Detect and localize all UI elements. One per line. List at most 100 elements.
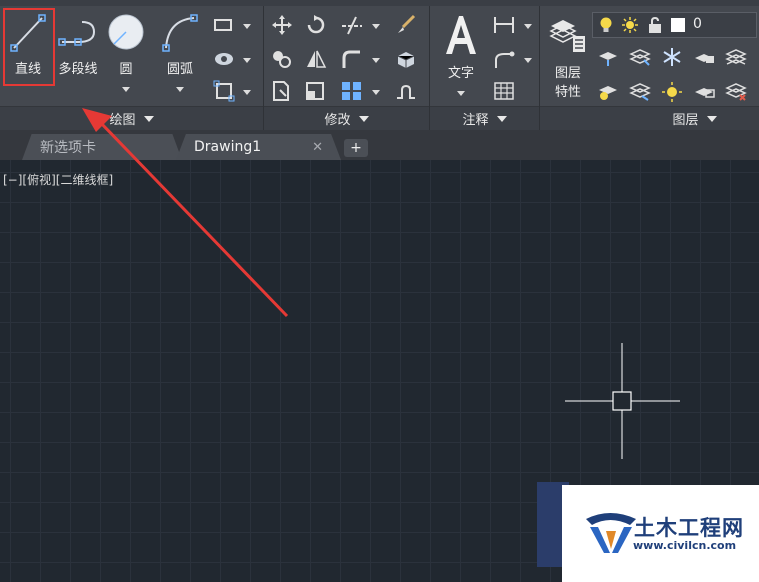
dimension-dropdown-icon[interactable] (524, 22, 532, 30)
annotation-panel-title[interactable]: 注释 (430, 106, 539, 130)
layer-properties-label-line1: 图层 (554, 66, 581, 81)
layers-panel: 图层 特性 0 图层 (540, 6, 759, 130)
circle-button[interactable]: 圆 (104, 12, 148, 96)
layer-on-button[interactable] (596, 80, 622, 104)
move-icon (272, 15, 292, 35)
stretch-button[interactable] (270, 80, 296, 104)
explode-button[interactable] (394, 48, 420, 72)
leader-icon (495, 51, 515, 68)
hatch-button[interactable] (212, 48, 238, 72)
layer-thaw-button[interactable] (660, 80, 686, 104)
layer-delete-button[interactable] (724, 80, 750, 104)
cube-icon (397, 52, 415, 68)
mirror-button[interactable] (304, 48, 330, 72)
arc-icon (162, 14, 198, 52)
annotation-panel-title-text: 注释 (462, 113, 489, 128)
ribbon: 直线 多段线 圆 圆弧 绘图 修改 文字 注释 图层 特性 0 图层 (0, 0, 759, 130)
leader-dropdown-icon[interactable] (524, 56, 532, 64)
move-button[interactable] (270, 14, 296, 38)
rotate-button[interactable] (304, 14, 330, 38)
modify-panel-title-text: 修改 (324, 113, 351, 128)
lock-icon (695, 54, 714, 63)
arc-dropdown-icon[interactable] (176, 87, 184, 92)
hatch-icon (215, 53, 233, 65)
draw-panel-title[interactable]: 绘图 (0, 106, 263, 130)
circle-icon (108, 14, 144, 50)
leader-button[interactable] (492, 48, 518, 72)
tab-new-label: 新选项卡 (40, 140, 96, 156)
layer-unlock-icon (695, 88, 715, 98)
boundary-dropdown-icon[interactable] (243, 88, 251, 96)
layer-copy-button[interactable] (628, 80, 654, 104)
tab-drawing1-label: Drawing1 (194, 139, 262, 155)
sun-icon (622, 17, 638, 33)
add-tab-button[interactable]: + (344, 139, 368, 157)
viewport-controls-label[interactable]: [−][俯视][二维线框] (3, 171, 113, 188)
offset-button[interactable] (394, 80, 420, 104)
annotation-panel: 文字 注释 (430, 6, 540, 130)
boundary-icon (213, 80, 235, 102)
polyline-label: 多段线 (58, 62, 98, 77)
hatch-dropdown-icon[interactable] (243, 56, 251, 64)
text-button[interactable]: 文字 (438, 12, 484, 100)
draw-panel-title-text: 绘图 (109, 113, 136, 128)
text-icon (446, 16, 476, 54)
crosshair-cursor-icon (565, 343, 680, 459)
layer-isolate-icon (599, 52, 617, 66)
layer-properties-button[interactable]: 图层 特性 (544, 12, 592, 100)
watermark-url: www.civilcn.com (633, 539, 737, 552)
fillet-button[interactable] (340, 48, 366, 72)
layers-panel-title[interactable]: 图层 (540, 106, 759, 130)
text-label: 文字 (447, 66, 474, 81)
dimension-button[interactable] (492, 14, 518, 38)
copy-icon (273, 51, 291, 68)
polyline-icon (58, 21, 96, 46)
modify-panel-dropdown-icon (358, 115, 369, 122)
erase-button[interactable] (394, 14, 420, 38)
scale-button[interactable] (304, 80, 330, 104)
layer-delete-icon (725, 83, 747, 101)
layer-stack-icon (725, 49, 747, 65)
mirror-icon (307, 50, 327, 68)
layer-lock-button[interactable] (692, 46, 718, 70)
trim-dropdown-icon[interactable] (372, 22, 380, 30)
arc-button[interactable]: 圆弧 (156, 12, 204, 96)
fillet-dropdown-icon[interactable] (372, 56, 380, 64)
table-button[interactable] (492, 80, 518, 104)
layer-thaw-icon (662, 82, 682, 102)
modify-panel-title[interactable]: 修改 (264, 106, 429, 130)
stretch-icon (273, 81, 289, 101)
copy-button[interactable] (270, 48, 296, 72)
layer-unlock-button[interactable] (692, 80, 718, 104)
trim-icon (342, 16, 362, 35)
layer-stack-button[interactable] (724, 46, 750, 70)
array-dropdown-icon[interactable] (372, 88, 380, 96)
layer-dropdown[interactable]: 0 (592, 12, 757, 38)
layer-color-swatch (671, 18, 685, 32)
tab-new[interactable]: 新选项卡 (22, 134, 182, 160)
offset-icon (397, 84, 415, 99)
layer-properties-label-line2: 特性 (554, 85, 581, 100)
array-button[interactable] (340, 80, 366, 104)
text-dropdown-icon[interactable] (457, 91, 465, 96)
rectangle-dropdown-icon[interactable] (243, 22, 251, 30)
rectangle-button[interactable] (212, 14, 238, 38)
snowflake-icon (663, 48, 681, 66)
layer-match-icon (629, 49, 651, 66)
trim-button[interactable] (340, 14, 366, 38)
polyline-button[interactable]: 多段线 (54, 12, 102, 77)
layer-isolate-button[interactable] (596, 46, 622, 70)
tab-drawing1[interactable]: Drawing1 ✕ (176, 134, 341, 160)
modify-panel: 修改 (264, 6, 430, 130)
layer-copy-icon (629, 83, 651, 101)
layer-match-button[interactable] (628, 46, 654, 70)
boundary-button[interactable] (212, 80, 238, 104)
layers-panel-title-text: 图层 (672, 113, 699, 128)
layer-freeze-button[interactable] (660, 46, 686, 70)
table-icon (494, 82, 514, 100)
file-tab-bar: 新选项卡 Drawing1 ✕ + (0, 130, 759, 160)
dimension-icon (494, 17, 514, 33)
circle-dropdown-icon[interactable] (122, 87, 130, 92)
line-tool-highlight-box (3, 8, 55, 86)
close-icon[interactable]: ✕ (312, 140, 323, 155)
